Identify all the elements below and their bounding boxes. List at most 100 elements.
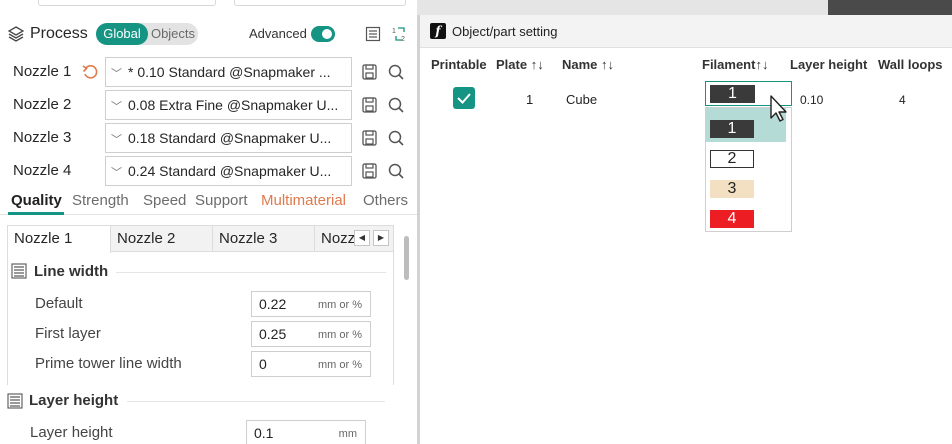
save-icon[interactable] <box>361 162 379 180</box>
list-compare-icon[interactable] <box>365 26 381 42</box>
filament-swatch: 1 <box>710 85 755 103</box>
filament-option-4[interactable]: 4 <box>710 210 754 228</box>
layer-height-input[interactable]: 0.1 mm <box>246 420 366 444</box>
section-title-line-width: Line width <box>34 263 109 280</box>
swap-settings-icon[interactable]: 1 2 <box>391 25 409 43</box>
preset-name: 0.24 Standard @Snapmaker U... <box>128 163 332 179</box>
nozzle-preset-select[interactable]: ﹀ 0.18 Standard @Snapmaker U... <box>105 123 352 153</box>
filament-option-1[interactable]: 1 <box>710 120 754 138</box>
save-icon[interactable] <box>361 63 379 81</box>
chevron-down-icon: ﹀ <box>111 101 122 113</box>
filament-option-3[interactable]: 3 <box>710 180 754 198</box>
option-label: First layer <box>35 325 101 342</box>
filament-dropdown: 1 2 3 4 <box>705 107 792 232</box>
name-cell[interactable]: Cube <box>566 92 597 107</box>
option-value: 0 <box>259 356 267 372</box>
column-header-name[interactable]: Name ↑↓ <box>562 57 614 72</box>
printable-checkbox[interactable] <box>453 87 475 109</box>
advanced-toggle[interactable] <box>311 26 335 42</box>
nozzle-label: Nozzle 4 <box>13 162 72 179</box>
settings-scrollbar[interactable] <box>404 236 409 280</box>
option-unit: mm <box>338 428 357 440</box>
layer-height-cell[interactable]: 0.10 <box>800 93 823 107</box>
save-icon[interactable] <box>361 129 379 147</box>
column-header-label: Name <box>562 57 598 72</box>
top-clipped-control[interactable] <box>234 0 406 6</box>
checkmark-icon <box>457 93 471 104</box>
settings-content: Nozzle 1 Nozzle 2 Nozzle 3 Nozz ◀ ▶ Line… <box>7 225 394 385</box>
sort-arrows-icon[interactable]: ↑↓ <box>601 57 614 72</box>
dialog-titlebar[interactable]: f Object/part setting <box>420 15 952 48</box>
top-clipped-control[interactable] <box>38 0 216 6</box>
option-label: Default <box>35 295 83 312</box>
option-value: 0.22 <box>259 296 287 312</box>
search-icon[interactable] <box>387 96 405 114</box>
tab-scroll-right-icon[interactable]: ▶ <box>373 230 389 246</box>
nozzle-label: Nozzle 2 <box>13 96 72 113</box>
mouse-pointer-icon <box>770 95 787 122</box>
column-header-filament[interactable]: Filament↑↓ <box>702 57 768 72</box>
preset-name: 0.18 Standard @Snapmaker U... <box>128 130 332 146</box>
default-line-width-input[interactable]: 0.22 mm or % <box>251 291 371 317</box>
layers-icon <box>8 26 24 42</box>
search-icon[interactable] <box>387 162 405 180</box>
tab-speed[interactable]: Speed <box>143 192 186 209</box>
tab-nozzle-4[interactable]: Nozz <box>315 226 355 252</box>
process-panel: Process Global Objects Advanced 1 2 Nozz… <box>0 0 417 444</box>
nozzle-row: Nozzle 2 ﹀ 0.08 Extra Fine @Snapmaker U..… <box>0 90 417 120</box>
tab-others[interactable]: Others <box>363 192 408 209</box>
active-tab-indicator <box>8 212 64 215</box>
option-value: 0.25 <box>259 326 287 342</box>
nozzle-label: Nozzle 1 <box>13 63 72 80</box>
column-header-plate[interactable]: Plate ↑↓ <box>496 57 544 72</box>
tab-support[interactable]: Support <box>195 192 248 209</box>
nozzle-preset-select[interactable]: ﹀ 0.24 Standard @Snapmaker U... <box>105 156 352 186</box>
line-width-icon <box>11 263 27 279</box>
tab-global[interactable]: Global <box>96 23 148 45</box>
column-header-label: Plate <box>496 57 528 72</box>
sort-arrows-icon[interactable]: ↑↓ <box>755 57 768 72</box>
option-unit: mm or % <box>318 359 362 371</box>
preset-name: 0.08 Extra Fine @Snapmaker U... <box>128 97 339 113</box>
prime-tower-line-width-input[interactable]: 0 mm or % <box>251 351 371 377</box>
first-layer-line-width-input[interactable]: 0.25 mm or % <box>251 321 371 347</box>
chevron-down-icon: ﹀ <box>111 134 122 146</box>
column-header-label: Filament <box>702 57 756 72</box>
search-icon[interactable] <box>387 63 405 81</box>
process-title: Process <box>30 25 88 42</box>
tab-nozzle-2[interactable]: Nozzle 2 <box>111 226 213 252</box>
search-icon[interactable] <box>387 129 405 147</box>
column-header-wall-loops[interactable]: Wall loops <box>878 57 943 72</box>
nozzle-preset-select[interactable]: ﹀ 0.08 Extra Fine @Snapmaker U... <box>105 90 352 120</box>
tab-quality[interactable]: Quality <box>11 192 62 209</box>
tab-scroll-left-icon[interactable]: ◀ <box>354 230 370 246</box>
option-unit: mm or % <box>318 329 362 341</box>
save-icon[interactable] <box>361 96 379 114</box>
svg-text:1: 1 <box>392 28 396 35</box>
option-value: 0.1 <box>254 425 274 441</box>
tab-strength[interactable]: Strength <box>72 192 129 209</box>
tab-nozzle-1[interactable]: Nozzle 1 <box>8 226 111 253</box>
reset-icon[interactable] <box>82 64 98 80</box>
background-plate-area <box>828 0 952 15</box>
wall-loops-cell[interactable]: 4 <box>899 93 906 107</box>
nozzle-row: Nozzle 4 ﹀ 0.24 Standard @Snapmaker U... <box>0 156 417 186</box>
global-objects-switch[interactable]: Global Objects <box>96 23 198 45</box>
column-header-layer-height[interactable]: Layer height <box>790 57 867 72</box>
preset-name: * 0.10 Standard @Snapmaker ... <box>128 64 331 80</box>
quality-tab-bar: Quality Strength Speed Support Multimate… <box>0 191 417 215</box>
nozzle-tab-bar: Nozzle 1 Nozzle 2 Nozzle 3 Nozz ◀ ▶ <box>8 226 393 253</box>
option-label: Prime tower line width <box>35 355 182 372</box>
nozzle-preset-select[interactable]: ﹀ * 0.10 Standard @Snapmaker ... <box>105 57 352 87</box>
chevron-down-icon: ﹀ <box>111 167 122 179</box>
column-header-printable[interactable]: Printable <box>431 57 487 72</box>
object-part-setting-dialog: f Object/part setting Printable Plate ↑↓… <box>417 15 952 444</box>
plate-cell: 1 <box>526 92 534 107</box>
filament-option-2[interactable]: 2 <box>710 150 754 168</box>
tab-objects[interactable]: Objects <box>148 23 198 45</box>
sort-arrows-icon[interactable]: ↑↓ <box>531 57 544 72</box>
tab-nozzle-3[interactable]: Nozzle 3 <box>213 226 315 252</box>
section-divider <box>127 401 385 402</box>
app-logo-icon: f <box>430 23 446 39</box>
tab-multimaterial[interactable]: Multimaterial <box>261 192 346 209</box>
